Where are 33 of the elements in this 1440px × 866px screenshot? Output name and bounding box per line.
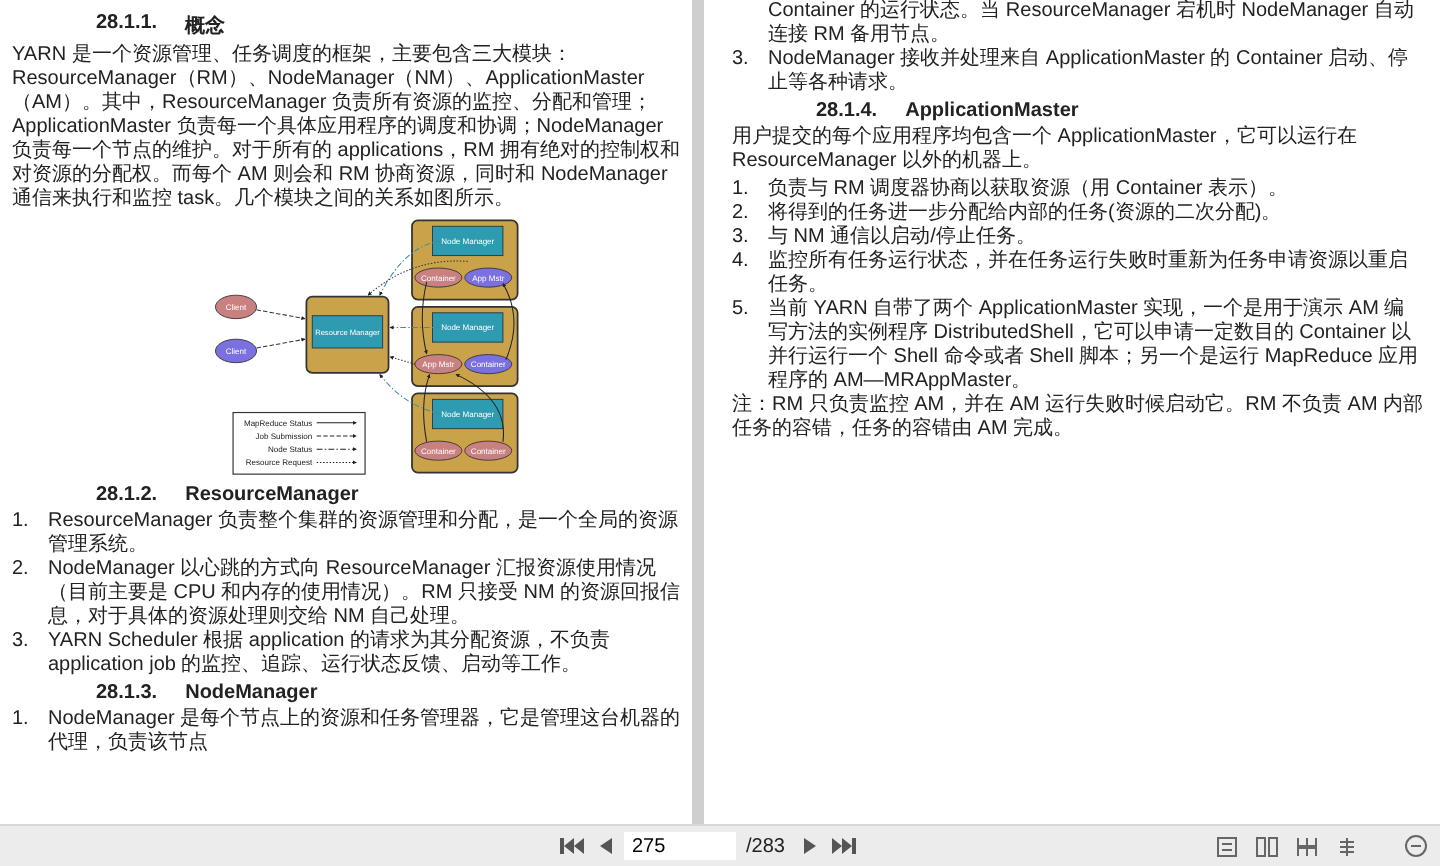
paragraph: 用户提交的每个应用程序均包含一个 ApplicationMaster，它可以运行在 ResourceManager 以外的机器上。	[732, 126, 1359, 174]
list-item-text: NodeManager 接收并处理来自 ApplicationMaster 的 Container 启动、停止等各种请求。	[768, 48, 1411, 96]
list-item-text: 负责与 RM 调度器协商以获取资源（用 Container 表示）。	[768, 178, 1291, 201]
list-item-text: NodeManager 是每个节点上的资源和任务管理器，它是管理这台机器的代理，负责该节点	[48, 708, 683, 756]
list-number: 3.	[732, 48, 751, 74]
paragraph: 注：RM 只负责监控 AM，并在 AM 运行失败时候启动它。RM 不负责 AM 内部任务的容错，任务的容错由 AM 完成。	[732, 394, 1424, 442]
list-item-text: YARN Scheduler 根据 application 的请求为其分配资源，不负责 application job 的监控、追踪、运行状态反馈、启动等工作。	[48, 630, 612, 678]
list-item-text: NodeManager 以心跳的方式向 ResourceManager 汇报资源使用情况（目前主要是 CPU 和内存的使用情况）。RM 只接受 NM 的资源回报信息，对于具体的资源处理则交给 NM 自己处理。	[48, 558, 683, 629]
list-number: 3.	[732, 226, 751, 250]
section-title: NodeManager	[185, 682, 318, 704]
page-number-field[interactable]: 275	[624, 832, 736, 860]
list-item-text: 与 NM 通信以启动/停止任务。	[768, 226, 1038, 249]
list-number: 1.	[12, 708, 31, 734]
list-number: 4.	[732, 250, 751, 276]
section-title: 概念	[185, 13, 226, 40]
section-title: ResourceManager	[185, 484, 359, 506]
list-number: 2.	[12, 558, 31, 584]
list-number: 2.	[732, 202, 751, 226]
section-number: 28.1.3.	[96, 682, 158, 704]
list-item-text: ResourceManager 负责整个集群的资源管理和分配，是一个全局的资源管理系统。	[48, 510, 681, 557]
list-item-text: 当前 YARN 自带了两个 ApplicationMaster 实现，一个是用于演示 AM 编写方法的实例程序 DistributedShell，它可以申请一定数目的 Container 以并行运行一个 Shell 命令或者 Shell 脚本；另一个是运行 MapReduce 应用程序的 AM—MRAppMaster。	[768, 298, 1421, 393]
list-number: 5.	[732, 298, 751, 324]
page-count: /283	[746, 835, 785, 857]
list-number: 1.	[732, 178, 751, 202]
section-number: 28.1.4.	[816, 100, 878, 122]
section-number: 28.1.2.	[96, 484, 158, 506]
list-number: 1.	[12, 510, 31, 536]
list-item-text: 监控所有任务运行状态，并在任务运行失败时重新为任务申请资源以重启任务。	[768, 250, 1410, 297]
section-number: 28.1.1.	[96, 12, 158, 38]
list-item-text: 将得到的任务进一步分配给内部的任务(资源的二次分配)。	[768, 202, 1284, 225]
section-title: ApplicationMaster	[905, 100, 1079, 122]
paragraph: YARN 是一个资源管理、任务调度的框架，主要包含三大模块：ResourceManager（RM）、NodeManager（NM）、ApplicationMaster（AM）。其中，ResourceManager 负责所有资源的监控、分配和管理；ApplicationMaster 负责每一个具体应用程序的调度和协调；NodeManager 负责每一个节点的维护。对于所有的 applications，RM 拥有绝对的控制权和对资源的分配权。而每个 AM 则会和 RM 协商资源，同时和 NodeManager 通信来执行和监控 task。几个模块之间的关系如图所示。	[12, 44, 682, 212]
list-number: 3.	[12, 630, 31, 656]
